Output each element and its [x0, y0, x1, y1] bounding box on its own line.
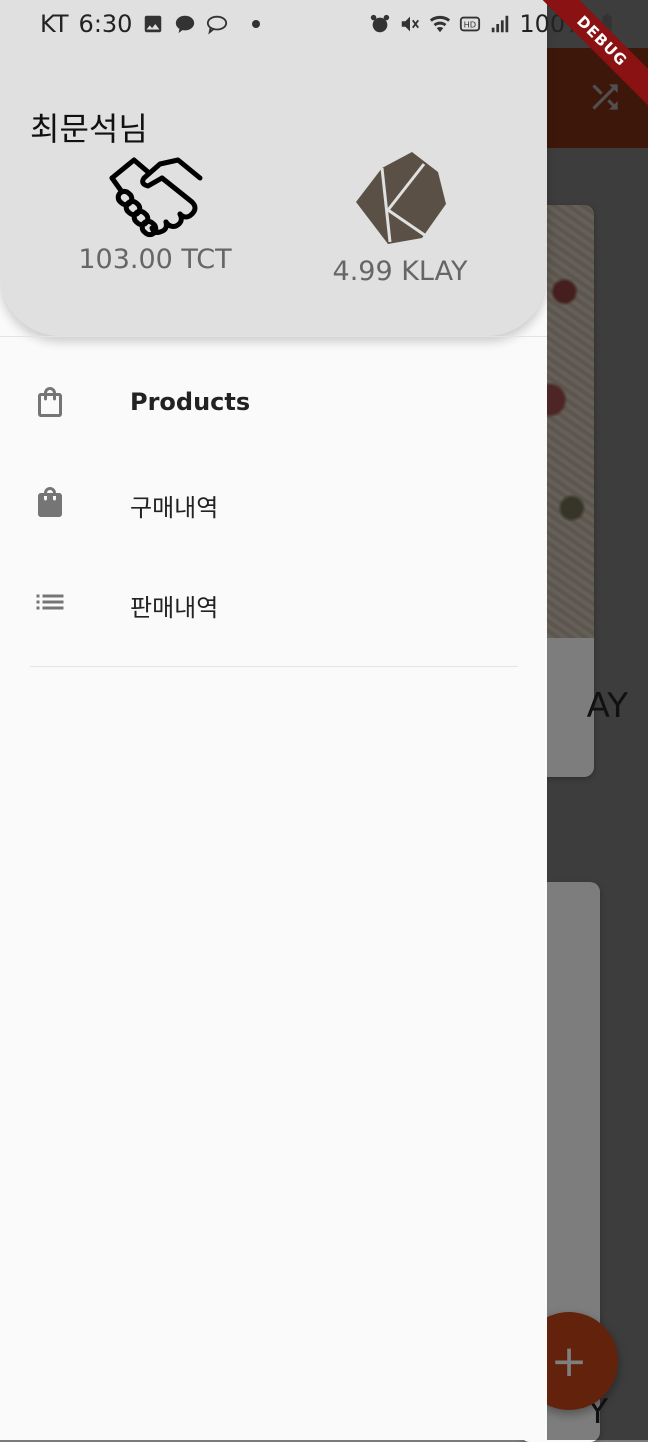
shopping-bag-icon [38, 487, 62, 517]
drawer-header: 최문석님 103.00 TCT 4.99 KLAY [0, 0, 547, 336]
menu-item-label: Products [130, 388, 251, 416]
menu-item-label: 판매내역 [130, 594, 219, 622]
message-icon [207, 15, 228, 35]
signal-icon [492, 15, 509, 33]
carrier-label: KT [40, 10, 69, 38]
menu-item-sales-history[interactable]: 판매내역 [0, 552, 547, 652]
navigation-drawer: 최문석님 103.00 TCT 4.99 KLAY Products 구매내역 … [0, 0, 547, 1440]
hd-icon: HD [460, 16, 481, 32]
menu-item-label: 구매내역 [130, 494, 219, 522]
notification-dot-icon [252, 20, 261, 28]
tct-balance: 103.00 TCT [78, 244, 232, 275]
alarm-icon [371, 14, 390, 33]
klay-balance: 4.99 KLAY [332, 256, 468, 287]
handshake-icon [109, 157, 203, 238]
mute-icon [402, 16, 420, 32]
wifi-icon [430, 15, 451, 33]
list-icon [36, 594, 64, 610]
gallery-icon [145, 15, 162, 33]
user-name: 최문석님 [30, 110, 148, 148]
clock: 6:30 [78, 10, 133, 38]
divider [0, 336, 547, 337]
talk-icon [176, 15, 195, 34]
shopping-bag-outline-icon [38, 387, 62, 417]
svg-text:HD: HD [464, 20, 477, 30]
klaytn-logo-icon [356, 152, 446, 244]
menu-item-products[interactable]: Products [0, 352, 547, 452]
divider [30, 666, 518, 667]
menu-item-purchase-history[interactable]: 구매내역 [0, 452, 547, 552]
